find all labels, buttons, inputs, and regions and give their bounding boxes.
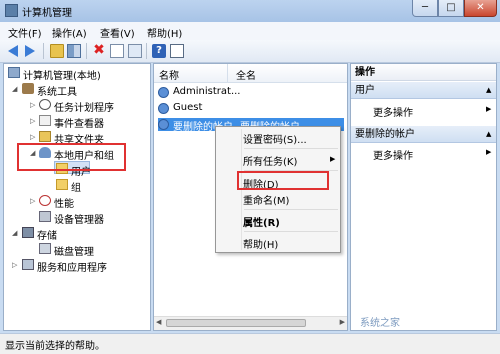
- folder-icon: [56, 179, 68, 190]
- toolbar-separator: [43, 43, 44, 59]
- submenu-arrow-icon: ▶: [486, 105, 492, 113]
- forward-arrow-icon[interactable]: [23, 44, 37, 58]
- toolbar-separator: [86, 43, 87, 59]
- computer-icon: [8, 67, 20, 78]
- device-manager-icon: [39, 211, 51, 222]
- menu-separator: [244, 148, 338, 149]
- mmc-console-icon[interactable]: [170, 44, 184, 58]
- menu-help[interactable]: 帮助(H): [147, 25, 182, 40]
- more-actions-label: 更多操作: [373, 108, 413, 119]
- collapse-arrow-icon[interactable]: ◢: [12, 85, 17, 93]
- show-hide-tree-icon[interactable]: [67, 44, 81, 58]
- collapse-up-icon[interactable]: ▲: [486, 82, 491, 99]
- menu-item-all-tasks[interactable]: 所有任务(K): [243, 153, 297, 168]
- column-fullname-header[interactable]: 全名: [236, 67, 256, 82]
- clock-icon: [39, 99, 51, 110]
- tree-services-apps-label: 服务和应用程序: [37, 263, 107, 274]
- console-tree-pane[interactable]: 计算机管理(本地) ◢ 系统工具 ▷ 任务计划程序 ▷ 事件查看器 ▷ 共享文件…: [3, 63, 151, 331]
- toolbox-icon: [22, 83, 34, 94]
- watermark-logo: 系统之家: [360, 318, 400, 329]
- disk-management-icon: [39, 243, 51, 254]
- toolbar: ✖ ?: [0, 40, 500, 63]
- scroll-right-icon[interactable]: ▶: [340, 318, 345, 326]
- highlight-box-delete: [237, 171, 329, 190]
- menu-item-set-password[interactable]: 设置密码(S)...: [243, 131, 307, 146]
- computer-management-window: 计算机管理 ─ □ ✕ 文件(F) 操作(A) 查看(V) 帮助(H) ✖ ? …: [0, 0, 500, 354]
- menu-view[interactable]: 查看(V): [100, 25, 135, 40]
- export-list-icon[interactable]: [128, 44, 142, 58]
- back-arrow-icon[interactable]: [6, 44, 20, 58]
- menu-item-rename[interactable]: 重命名(M): [243, 192, 289, 207]
- tree-system-tools-label: 系统工具: [37, 87, 77, 98]
- expand-arrow-icon[interactable]: ▷: [30, 117, 35, 125]
- tree-groups-label: 组: [71, 183, 81, 194]
- scroll-left-icon[interactable]: ◀: [156, 318, 161, 326]
- services-icon: [22, 259, 34, 270]
- list-item[interactable]: Administrat...: [158, 86, 248, 99]
- expand-arrow-icon[interactable]: ▷: [30, 197, 35, 205]
- window-title: 计算机管理: [22, 8, 72, 19]
- status-bar: 显示当前选择的帮助。: [0, 333, 500, 354]
- actions-pane: 操作 用户 ▲ 更多操作 ▶ 要删除的帐户 ▲ 更多操作 ▶: [350, 63, 497, 331]
- menu-bar: 文件(F) 操作(A) 查看(V) 帮助(H): [0, 22, 500, 40]
- collapse-up-icon[interactable]: ▲: [486, 126, 491, 143]
- menu-action[interactable]: 操作(A): [52, 25, 87, 40]
- tree-performance-label: 性能: [54, 199, 74, 210]
- list-item[interactable]: Guest: [158, 102, 248, 115]
- submenu-arrow-icon: ▶: [330, 155, 336, 163]
- collapse-arrow-icon[interactable]: ◢: [12, 229, 17, 237]
- actions-group-account-label: 要删除的帐户: [355, 129, 415, 140]
- maximize-button[interactable]: □: [438, 0, 464, 17]
- submenu-arrow-icon: ▶: [486, 148, 492, 156]
- tree-task-scheduler-label: 任务计划程序: [54, 103, 114, 114]
- event-log-icon: [39, 115, 51, 126]
- menu-item-help[interactable]: 帮助(H): [243, 236, 278, 251]
- expand-arrow-icon[interactable]: ▷: [12, 261, 17, 269]
- tree-event-viewer-label: 事件查看器: [54, 119, 104, 130]
- column-divider[interactable]: [227, 64, 228, 82]
- menu-item-properties[interactable]: 属性(R): [243, 214, 280, 229]
- list-column-header: 名称 全名: [154, 64, 347, 83]
- horizontal-scrollbar[interactable]: ◀ ▶: [154, 316, 347, 330]
- toolbar-separator: [146, 43, 147, 59]
- up-folder-icon[interactable]: [50, 44, 64, 58]
- actions-group-users[interactable]: 用户 ▲: [351, 82, 496, 99]
- column-name-header[interactable]: 名称: [159, 67, 179, 82]
- tree-storage-label: 存储: [37, 231, 57, 242]
- tree-device-manager-label: 设备管理器: [54, 215, 104, 226]
- close-button[interactable]: ✕: [464, 0, 497, 17]
- expand-arrow-icon[interactable]: ▷: [30, 133, 35, 141]
- user-name: Guest: [173, 102, 203, 113]
- storage-icon: [22, 227, 34, 238]
- tree-root-label: 计算机管理(本地): [23, 71, 101, 82]
- more-actions-label: 更多操作: [373, 151, 413, 162]
- actions-more-account[interactable]: 更多操作: [373, 147, 413, 162]
- menu-file[interactable]: 文件(F): [8, 25, 42, 40]
- actions-group-users-label: 用户: [355, 85, 375, 96]
- user-icon: [158, 119, 169, 130]
- user-name: Administrat...: [173, 86, 241, 97]
- menu-separator: [244, 209, 338, 210]
- actions-header: 操作: [351, 64, 496, 81]
- highlight-box-users: [17, 143, 126, 171]
- menu-separator: [244, 231, 338, 232]
- user-icon: [158, 103, 169, 114]
- user-icon: [158, 87, 169, 98]
- minimize-button[interactable]: ─: [412, 0, 438, 17]
- expand-arrow-icon[interactable]: ▷: [30, 101, 35, 109]
- actions-more-users[interactable]: 更多操作: [373, 104, 413, 119]
- status-text: 显示当前选择的帮助。: [5, 341, 105, 352]
- actions-group-account[interactable]: 要删除的帐户 ▲: [351, 126, 496, 143]
- tree-disk-management-label: 磁盘管理: [54, 247, 94, 258]
- computer-management-icon: [5, 4, 18, 17]
- shared-folder-icon: [39, 131, 51, 142]
- scrollbar-thumb[interactable]: [166, 319, 306, 327]
- help-icon[interactable]: ?: [152, 44, 166, 58]
- properties-icon[interactable]: [110, 44, 124, 58]
- performance-icon: [39, 195, 51, 206]
- delete-icon[interactable]: ✖: [92, 43, 106, 58]
